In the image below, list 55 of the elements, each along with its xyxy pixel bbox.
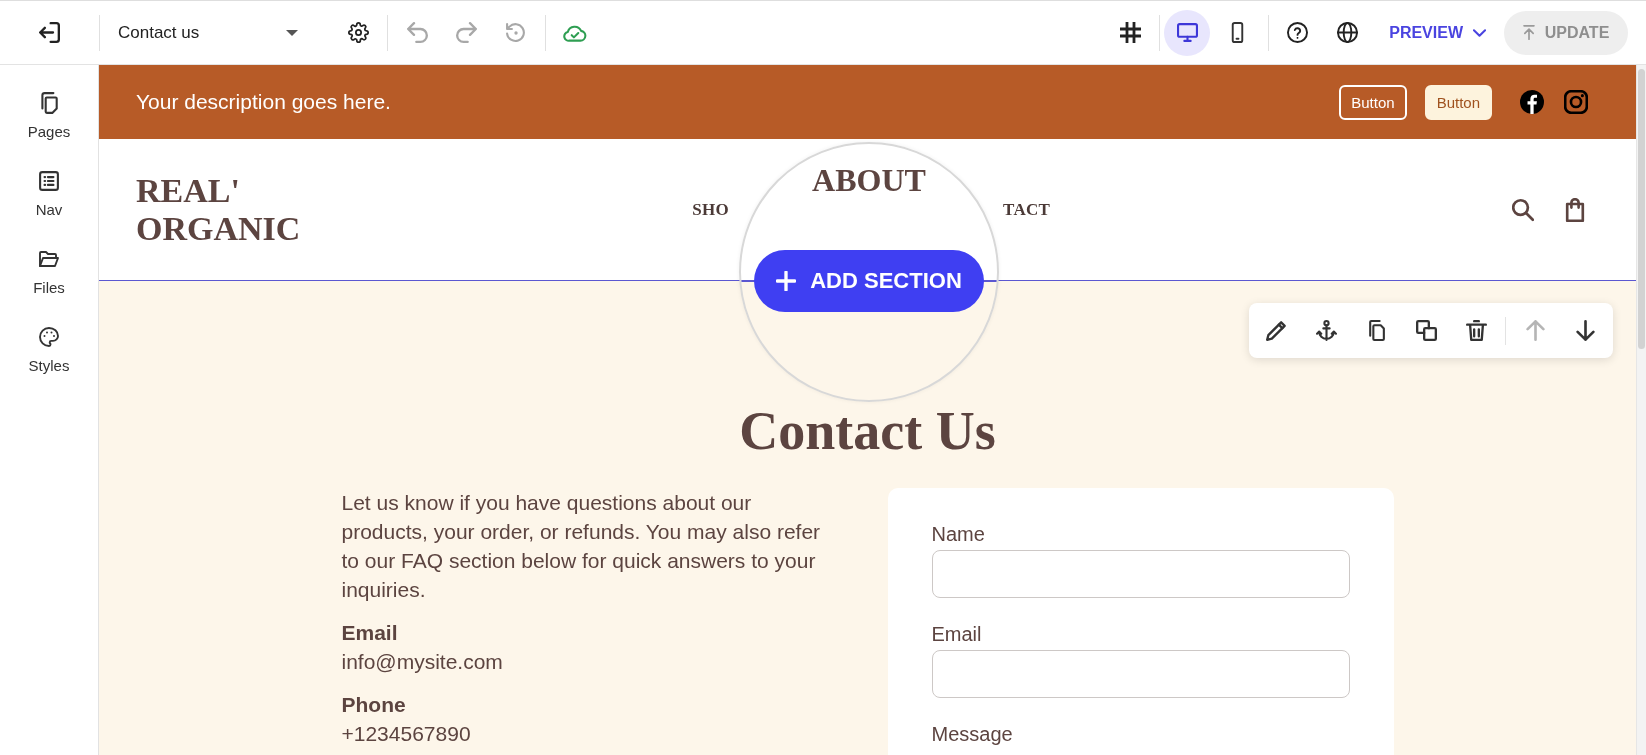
desktop-icon	[1176, 22, 1198, 43]
plus-icon	[776, 271, 797, 291]
anchor-icon	[1315, 320, 1337, 341]
banner-button[interactable]: Button	[1424, 84, 1492, 120]
sidebar-item[interactable]: Files	[9, 248, 89, 326]
search-icon[interactable]	[1512, 197, 1534, 222]
upload-icon	[1522, 25, 1535, 40]
cloud-check-icon	[563, 23, 587, 42]
grid-icon	[1119, 22, 1141, 43]
globe-icon	[1336, 22, 1358, 43]
trash-icon	[1465, 320, 1487, 341]
duplicate-icon	[1415, 320, 1437, 341]
pencil-icon	[1265, 320, 1287, 341]
arrow-down-icon	[1574, 320, 1596, 341]
chevron-down-icon	[1473, 28, 1486, 37]
intro-text: Let us know if you have questions about our products, your order, or refunds. You may also refer to our FAQ section below for quick answers to your inquiries.	[341, 490, 822, 603]
field-label: Email	[931, 622, 983, 646]
page-select-dropdown[interactable]: Contact us	[106, 12, 306, 53]
scrollbar-track[interactable]	[1636, 65, 1646, 755]
nav-link[interactable]: SHO	[692, 199, 729, 219]
facebook-icon[interactable]	[1520, 90, 1544, 114]
nav-link[interactable]: ABOUT	[812, 164, 926, 196]
arrow-up-icon	[1524, 320, 1546, 341]
history-icon	[504, 22, 526, 43]
input-field[interactable]	[931, 550, 1350, 598]
pages-icon	[39, 92, 59, 114]
shopping-bag-icon[interactable]	[1564, 197, 1586, 222]
help-icon	[1286, 22, 1308, 43]
section-title: Contact Us	[738, 404, 997, 458]
site-logo: REAL' ORGANIC	[136, 172, 301, 247]
palette-icon	[39, 326, 59, 348]
folder-icon	[39, 248, 59, 270]
field-label: Name	[931, 522, 986, 546]
input-field[interactable]	[931, 650, 1350, 698]
banner-button[interactable]: Button	[1339, 84, 1407, 120]
undo-icon	[406, 22, 428, 43]
list-icon	[39, 170, 59, 192]
scrollbar-thumb[interactable]	[1638, 69, 1645, 349]
redo-icon	[455, 22, 477, 43]
detail-value: +1234567890	[341, 721, 472, 747]
exit-icon	[39, 22, 60, 43]
caret-icon	[286, 29, 298, 36]
settings-icon	[347, 22, 369, 43]
detail-label: Phone	[341, 692, 407, 718]
detail-value: info@mysite.com	[341, 649, 504, 675]
preview-button[interactable]: PREVIEW	[1379, 12, 1496, 53]
nav-link[interactable]: TACT	[1003, 199, 1051, 219]
field-label: Message	[931, 722, 1014, 746]
sidebar-item[interactable]: Styles	[9, 326, 89, 404]
sidebar-item[interactable]: Pages	[9, 92, 89, 170]
detail-label: Email	[341, 620, 399, 646]
instagram-icon[interactable]	[1564, 90, 1588, 114]
sidebar-item[interactable]: Nav	[9, 170, 89, 248]
announcement-text: Your description goes here.	[136, 90, 391, 114]
add-section-button[interactable]: ADD SECTION	[754, 250, 984, 312]
